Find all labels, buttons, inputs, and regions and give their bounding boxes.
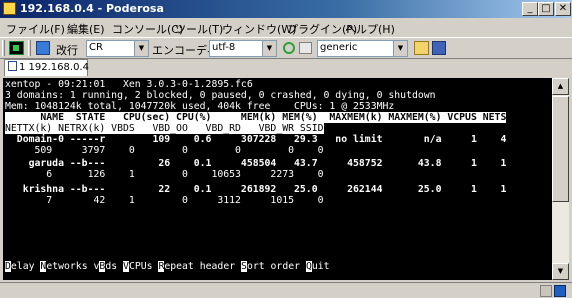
domain-row-domain0: Domain-0 -----r 109 0.6 307228 29.3 no l… — [5, 134, 507, 145]
shortcut-vbds: vBds — [93, 261, 118, 272]
connection-status-icon — [554, 285, 566, 297]
shortcut-sort-order: Sort order — [241, 261, 301, 272]
save-icon[interactable] — [432, 41, 446, 55]
shortcut-bar: Delay Networks vBds VCPUs Repeat header … — [5, 261, 330, 272]
chevron-down-icon[interactable]: ▼ — [134, 41, 148, 56]
menu-bar: ファイル(F) 編集(E) コンソール(C) ツール(T) ウィンドウ(W) プ… — [0, 19, 572, 36]
toolbar-separator — [28, 40, 31, 56]
xentop-header-line: xentop - 09:21:01 Xen 3.0.3-0-1.2895.fc6 — [5, 79, 253, 90]
scrollbar-thumb[interactable] — [552, 96, 569, 202]
menu-file[interactable]: ファイル(F) — [6, 21, 65, 37]
menu-tools[interactable]: ツール(T) — [175, 21, 223, 37]
title-bar: 192.168.0.4 - Poderosa _ □ ✕ — [0, 0, 572, 18]
newline-label: 改行 — [56, 44, 78, 57]
maximize-button[interactable]: □ — [538, 2, 554, 16]
open-folder-icon[interactable] — [414, 41, 429, 55]
newline-value: CR — [89, 42, 103, 53]
toolbar: 改行 CR ▼ エンコーディング utf-8 ▼ generic ▼ — [0, 37, 572, 59]
chevron-down-icon[interactable]: ▼ — [393, 41, 407, 56]
menu-edit[interactable]: 編集(E) — [67, 21, 105, 37]
new-terminal-icon[interactable] — [9, 41, 24, 55]
status-bar — [0, 282, 572, 298]
menu-console[interactable]: コンソール(C) — [112, 21, 183, 37]
domains-summary-line: 3 domains: 1 running, 2 blocked, 0 pause… — [5, 90, 436, 101]
shortcut-delay: Delay — [5, 261, 35, 272]
tab-session[interactable]: 1 192.168.0.4 — [4, 59, 89, 76]
poderosa-app-icon[interactable] — [3, 2, 16, 15]
scroll-up-icon[interactable]: ▲ — [552, 78, 569, 95]
domain-row-krishna: krishna --b--- 22 0.1 261892 25.0 262144… — [5, 184, 507, 195]
newline-select[interactable]: CR ▼ — [86, 40, 149, 57]
shortcut-vcpus: VCPUs — [123, 261, 153, 272]
terminal-screen[interactable]: xentop - 09:21:01 Xen 3.0.3-0-1.2895.fc6… — [3, 78, 552, 280]
terminal-scrollbar[interactable]: ▲ ▼ — [552, 78, 569, 280]
menu-window[interactable]: ウィンドウ(W) — [222, 21, 296, 37]
column-header-line-1: NAME STATE CPU(sec) CPU(%) MEM(k) MEM(%)… — [5, 112, 507, 123]
connect-icon[interactable] — [36, 41, 50, 55]
tab-row: 1 192.168.0.4 — [0, 58, 572, 76]
encoding-select[interactable]: utf-8 ▼ — [209, 40, 277, 57]
scroll-down-icon[interactable]: ▼ — [552, 263, 569, 280]
toolbar-grip[interactable] — [2, 40, 5, 56]
encoding-value: utf-8 — [212, 42, 236, 53]
menu-help[interactable]: ヘルプ(H) — [345, 21, 395, 37]
domain-row-garuda: garuda --b--- 26 0.1 458504 43.7 458752 … — [5, 158, 507, 169]
domain-row-domain0-io: 509 3797 0 0 0 0 0 — [5, 145, 324, 156]
domain-row-krishna-io: 7 42 1 0 3112 1015 0 — [5, 195, 324, 206]
refresh-icon[interactable] — [283, 42, 295, 54]
shortcut-networks: Networks — [40, 261, 88, 272]
minimize-button[interactable]: _ — [522, 2, 538, 16]
terminal-tab-icon — [8, 61, 17, 71]
terminal-type-value: generic — [320, 42, 358, 53]
terminal-type-select[interactable]: generic ▼ — [317, 40, 408, 57]
terminal-type-icon — [299, 42, 312, 54]
domain-row-garuda-io: 6 126 1 0 10653 2273 0 — [5, 169, 324, 180]
resize-grip-icon[interactable] — [540, 285, 552, 297]
tab-label: 1 192.168.0.4 — [19, 62, 89, 73]
memory-summary-line: Mem: 1048124k total, 1047720k used, 404k… — [5, 101, 395, 112]
close-button[interactable]: ✕ — [555, 2, 571, 16]
column-header-line-2: NETTX(k) NETRX(k) VBDS VBD_OO VBD_RD VBD… — [5, 123, 324, 134]
shortcut-quit: Quit — [305, 261, 330, 272]
window-title: 192.168.0.4 - Poderosa — [20, 2, 164, 15]
chevron-down-icon[interactable]: ▼ — [262, 41, 276, 56]
shortcut-repeat-header: Repeat header — [158, 261, 236, 272]
